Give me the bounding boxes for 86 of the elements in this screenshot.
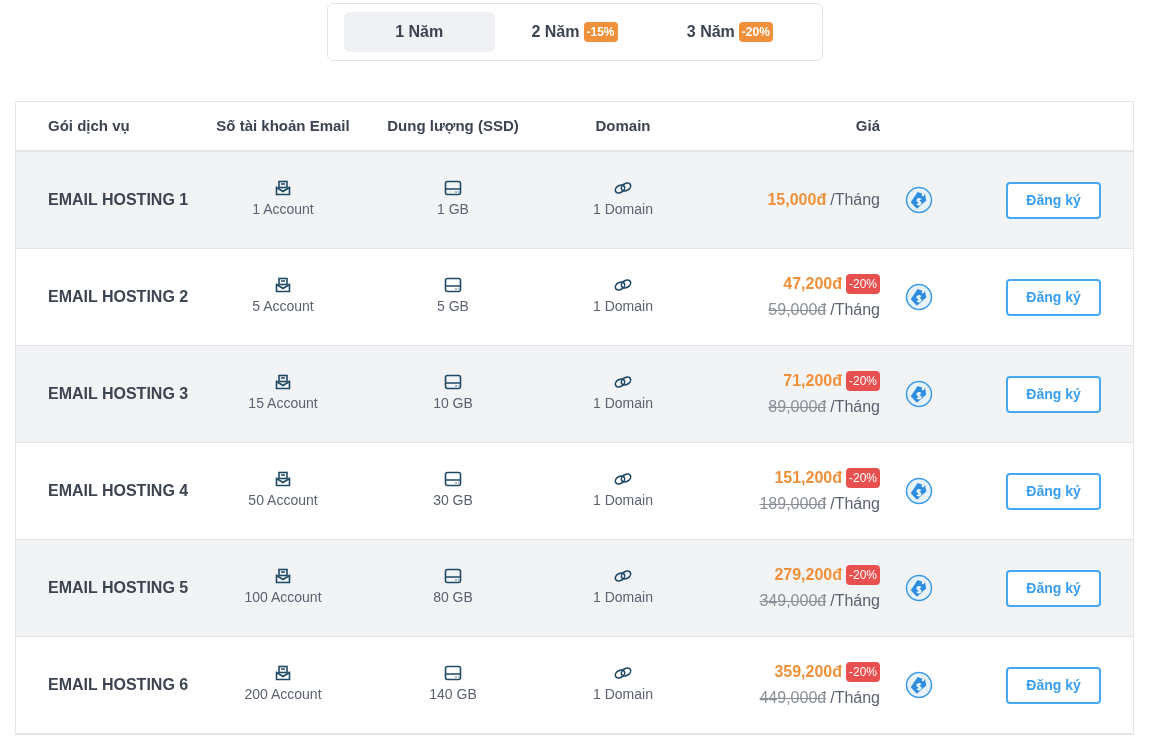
link-icon	[613, 180, 633, 196]
link-icon	[613, 374, 633, 390]
price-unit: /Tháng	[830, 591, 880, 611]
storage-size: 1 GB	[437, 200, 469, 219]
column-header: Domain	[594, 115, 652, 136]
link-icon	[613, 277, 633, 293]
domain-count: 1 Domain	[593, 394, 653, 413]
mail-icon	[275, 374, 291, 390]
hard-drive-icon	[444, 568, 462, 584]
column-header: Số tài khoản Email	[215, 115, 351, 136]
discount-badge: -20%	[846, 274, 880, 294]
price: 151,200đ	[774, 468, 842, 488]
domain-count: 1 Domain	[593, 200, 653, 219]
discount-badge: -20%	[846, 371, 880, 391]
account-count: 50 Account	[248, 491, 318, 510]
price: 279,200đ	[774, 565, 842, 585]
discount-badge: -15%	[583, 22, 618, 42]
old-price: 349,000đ	[759, 591, 827, 611]
mail-icon	[275, 665, 291, 681]
link-icon	[613, 665, 633, 681]
price-tag-icon	[905, 186, 933, 214]
discount-badge: -20%	[846, 662, 880, 682]
link-icon	[613, 568, 633, 584]
hard-drive-icon	[444, 374, 462, 390]
domain-count: 1 Domain	[593, 297, 653, 316]
price: 15,000đ	[767, 190, 827, 210]
account-count: 200 Account	[244, 685, 322, 704]
register-button[interactable]: Đăng ký	[1006, 472, 1101, 510]
register-button[interactable]: Đăng ký	[1006, 569, 1101, 607]
mail-icon	[275, 180, 291, 196]
column-header: Dung lượng (SSD)	[386, 115, 520, 136]
discount-badge: -20%	[846, 468, 880, 488]
price-tag-icon	[905, 283, 933, 311]
hard-drive-icon	[444, 665, 462, 681]
mail-icon	[275, 471, 291, 487]
price: 359,200đ	[774, 662, 842, 682]
price-tag-icon	[905, 574, 933, 602]
plan-name: EMAIL HOSTING 1	[48, 190, 190, 210]
domain-count: 1 Domain	[593, 685, 653, 704]
storage-size: 10 GB	[433, 394, 473, 413]
price-unit: /Tháng	[830, 688, 880, 708]
old-price: 59,000đ	[768, 300, 827, 320]
account-count: 15 Account	[248, 394, 318, 413]
mail-icon	[275, 568, 291, 584]
price-unit: /Tháng	[830, 494, 880, 514]
plan-name: EMAIL HOSTING 3	[48, 384, 190, 404]
storage-size: 30 GB	[433, 491, 473, 510]
price-unit: /Tháng	[830, 300, 880, 320]
column-header: Gói dịch vụ	[48, 115, 131, 136]
plan-name: EMAIL HOSTING 2	[48, 287, 190, 307]
column-header: Giá	[854, 115, 880, 136]
account-count: 1 Account	[252, 200, 314, 219]
price-tag-icon	[905, 380, 933, 408]
domain-count: 1 Domain	[593, 588, 653, 607]
account-count: 5 Account	[252, 297, 314, 316]
storage-size: 5 GB	[437, 297, 469, 316]
plan-name: EMAIL HOSTING 5	[48, 578, 190, 598]
mail-icon	[275, 277, 291, 293]
hard-drive-icon	[444, 277, 462, 293]
price-unit: /Tháng	[830, 190, 880, 210]
plan-name: EMAIL HOSTING 4	[48, 481, 190, 501]
price: 47,200đ	[783, 274, 842, 294]
plan-name: EMAIL HOSTING 6	[48, 675, 190, 695]
storage-size: 140 GB	[429, 685, 477, 704]
link-icon	[613, 471, 633, 487]
hard-drive-icon	[444, 180, 462, 196]
period-tab[interactable]: 3 Năm -20%	[654, 12, 806, 52]
period-tab[interactable]: 2 Năm -15%	[498, 12, 651, 52]
price-tag-icon	[905, 477, 933, 505]
discount-badge: -20%	[738, 22, 773, 42]
register-button[interactable]: Đăng ký	[1006, 181, 1101, 219]
register-button[interactable]: Đăng ký	[1006, 278, 1101, 316]
storage-size: 80 GB	[433, 588, 473, 607]
register-button[interactable]: Đăng ký	[1006, 375, 1101, 413]
register-button[interactable]: Đăng ký	[1006, 666, 1101, 704]
account-count: 100 Account	[244, 588, 322, 607]
old-price: 189,000đ	[759, 494, 827, 514]
old-price: 449,000đ	[759, 688, 827, 708]
price-unit: /Tháng	[830, 397, 880, 417]
price-tag-icon	[905, 671, 933, 699]
discount-badge: -20%	[846, 565, 880, 585]
old-price: 89,000đ	[768, 397, 827, 417]
domain-count: 1 Domain	[593, 491, 653, 510]
price: 71,200đ	[783, 371, 842, 391]
period-tab[interactable]: 1 Năm	[343, 12, 495, 52]
hard-drive-icon	[444, 471, 462, 487]
